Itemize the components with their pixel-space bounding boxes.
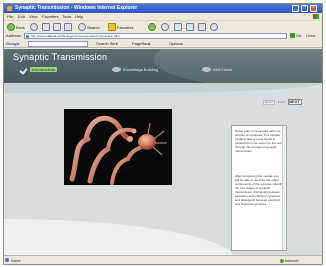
menu-file[interactable]: File [7,14,13,19]
menu-view[interactable]: View [29,14,38,19]
page-icon [26,35,29,38]
page-content: Synaptic Transmission Introduction Knowl… [4,49,322,255]
print-button[interactable] [186,23,194,31]
tab-knowledge-building-label: Knowledge Building [123,67,159,72]
google-search-input[interactable] [28,41,88,47]
window-title: Synaptic Transmission - Windows Internet… [15,5,138,11]
module-banner: Synaptic Transmission Introduction Knowl… [4,49,322,89]
tab-marker-icon [202,67,211,72]
menu-help[interactable]: Help [75,14,83,19]
favorites-label: Favorites [117,24,134,30]
star-icon [108,23,116,31]
links-button[interactable]: Links [306,33,315,39]
intro-text-panel: Nerve cells communicate with one another… [231,125,287,251]
google-toolbar: Google Search Web PageRank Options [4,40,322,48]
next-page-button[interactable]: NEXT [287,99,302,105]
banner-curve [4,83,322,93]
module-title: Synaptic Transmission [13,52,108,62]
close-button[interactable]: × [310,5,317,12]
title-bar: Synaptic Transmission - Windows Internet… [4,4,322,13]
messenger-icon [210,23,218,31]
windows-flag-icon [313,14,319,19]
google-search-web-button[interactable]: Search Web [96,41,118,47]
neuron-illustration [64,109,172,185]
decorative-swoop [4,219,234,255]
toolbar: Back Search Favorites [4,20,322,32]
status-text: Done [11,258,21,263]
menu-edit[interactable]: Edit [18,14,25,19]
back-label: Back [16,24,25,30]
ie-icon [7,6,12,11]
go-arrow-icon [290,33,295,39]
edit-button[interactable] [198,23,206,31]
module-nav: Introduction Knowledge Building Self Che… [4,64,322,75]
back-button[interactable]: Back [7,23,25,31]
home-button[interactable] [64,23,72,31]
address-label: Address [6,33,21,38]
menu-favorites[interactable]: Favorites [42,14,58,19]
media-icon [148,23,156,31]
intro-paragraph-2: After completing this module you will be… [235,174,283,206]
favorites-button[interactable]: Favorites [108,23,133,31]
google-options-button[interactable]: Options [169,41,183,47]
mail-icon [174,23,182,31]
messenger-button[interactable] [210,23,218,31]
text-panel-scrollbar[interactable] [282,126,286,250]
page-count: 1 of 7 [278,100,286,104]
refresh-icon [53,23,61,31]
menu-bar: File Edit View Favorites Tools Help [4,13,322,20]
tab-self-check-label: Self Check [213,67,233,72]
stop-button[interactable] [42,23,50,31]
tab-introduction-label: Introduction [30,67,58,72]
intro-paragraph-1: Nerve cells communicate with one another… [235,129,283,153]
status-bar: Done Internet [4,255,322,264]
search-label: Search [87,24,100,30]
globe-icon [280,258,284,263]
page-status-icon [5,258,9,262]
security-zone: Internet [280,258,299,263]
minimize-button[interactable]: _ [292,5,299,12]
history-icon [161,23,169,31]
tab-knowledge-building[interactable]: Knowledge Building [112,66,158,73]
mail-button[interactable] [174,23,182,31]
forward-button[interactable] [30,23,38,31]
forward-arrow-icon [30,23,38,31]
browser-window: Synaptic Transmission - Windows Internet… [3,3,323,265]
checkmark-icon [20,67,28,73]
address-url: http://www.oakland.edu/biology/courses/s… [31,34,120,38]
google-pagerank[interactable]: PageRank [132,41,151,47]
go-label: Go [296,33,302,38]
tab-introduction[interactable]: Introduction [20,66,58,73]
home-icon [64,23,72,31]
search-icon [78,23,86,31]
zone-label: Internet [285,258,299,263]
tab-marker-icon [112,67,121,72]
search-button[interactable]: Search [78,23,100,31]
stop-icon [42,23,50,31]
address-bar: Address http://www.oakland.edu/biology/c… [4,32,322,40]
back-arrow-icon [7,23,15,31]
edit-icon [198,23,206,31]
pager: BACK 1 of 7 NEXT [263,99,302,105]
refresh-button[interactable] [53,23,61,31]
tab-self-check[interactable]: Self Check [202,66,232,73]
maximize-button[interactable]: □ [301,5,308,12]
google-logo: Google [6,41,20,46]
address-field[interactable]: http://www.oakland.edu/biology/courses/s… [24,33,287,39]
menu-tools[interactable]: Tools [62,14,71,19]
back-page-button[interactable]: BACK [263,99,275,105]
synapse-illustration [64,109,172,185]
history-button[interactable] [161,23,169,31]
print-icon [186,23,194,31]
media-button[interactable] [148,23,156,31]
go-button[interactable]: Go [290,33,304,39]
